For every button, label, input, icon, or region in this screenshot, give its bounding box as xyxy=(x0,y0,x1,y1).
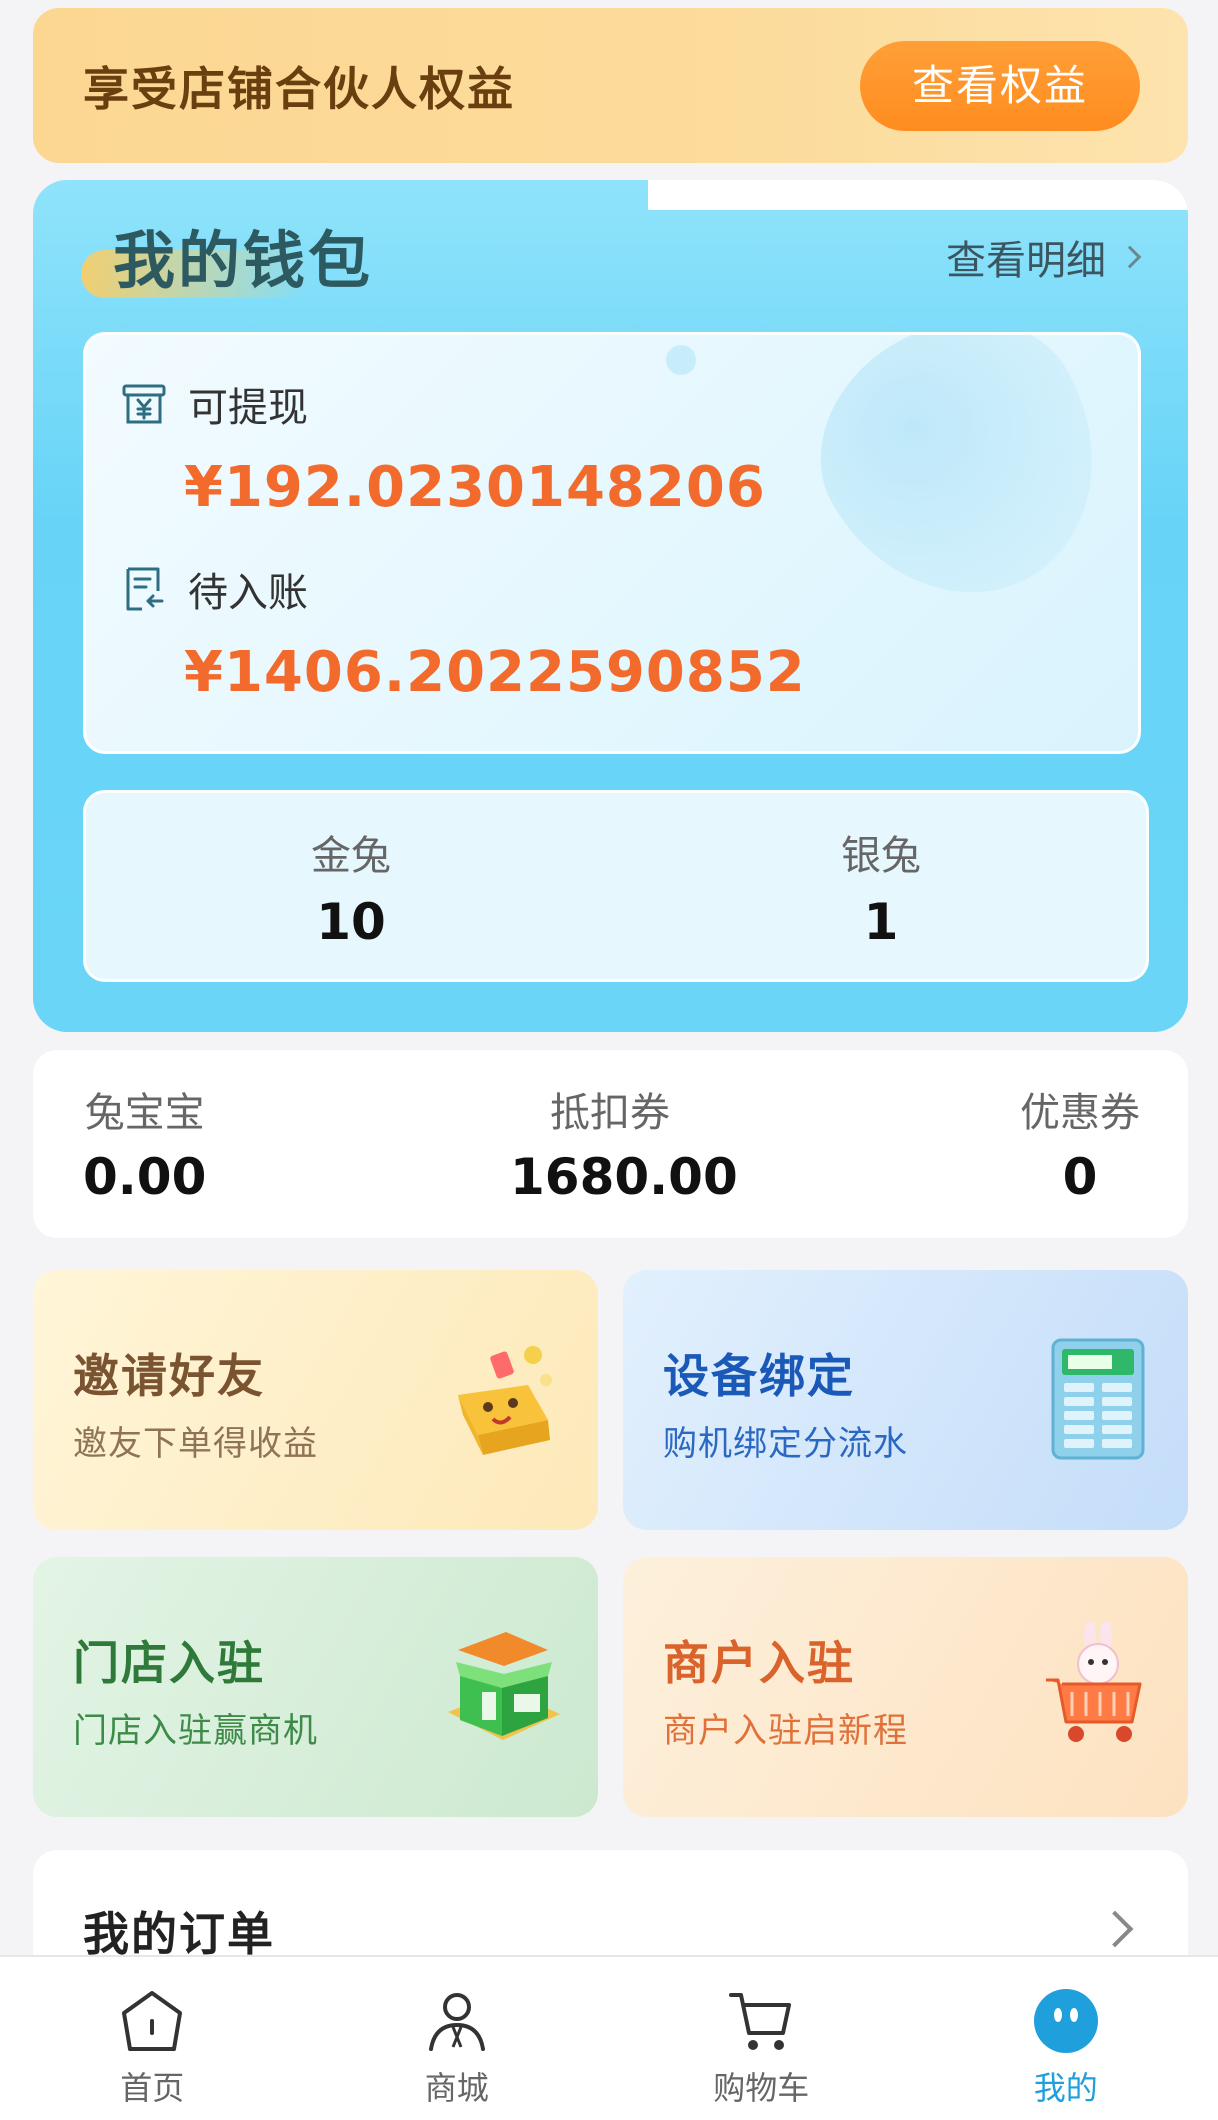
pending-label: 待入账 xyxy=(188,570,308,616)
store-entry-tile[interactable]: 门店入驻 门店入驻赢商机 xyxy=(33,1557,598,1817)
withdrawable-row[interactable]: 可提现 xyxy=(116,375,308,433)
merchant-entry-tile[interactable]: 商户入驻 商户入驻启新程 xyxy=(623,1557,1188,1817)
pending-amount: ¥1406.2022590852 xyxy=(184,640,806,705)
wallet-top-decoration xyxy=(648,180,1188,210)
stat-value: 0.00 xyxy=(83,1148,207,1206)
tab-label: 购物车 xyxy=(713,2069,810,2107)
tab-mall[interactable]: 商城 xyxy=(305,1957,610,2120)
tab-mine[interactable]: 我的 xyxy=(914,1957,1218,2120)
home-icon xyxy=(122,1991,183,2051)
market-store-icon xyxy=(448,1632,560,1740)
wallet-balance-panel: 可提现 ¥192.0230148206 待入账 ¥1406.2022590852 xyxy=(83,332,1141,754)
gold-rabbit-value: 10 xyxy=(316,893,386,951)
stat-value: 0 xyxy=(1062,1148,1098,1206)
tab-home[interactable]: 首页 xyxy=(0,1957,305,2120)
cart-icon xyxy=(729,1993,792,2050)
silver-rabbit-value: 1 xyxy=(863,893,899,951)
device-binding-tile[interactable]: 设备绑定 购机绑定分流水 xyxy=(623,1270,1188,1530)
document-return-icon xyxy=(126,567,164,611)
wallet-title: 我的钱包 xyxy=(113,224,374,297)
invite-friends-tile[interactable]: 邀请好友 邀友下单得收益 xyxy=(33,1270,598,1530)
tab-cart[interactable]: 购物车 xyxy=(609,1957,914,2120)
stat-label: 兔宝宝 xyxy=(84,1090,205,1136)
stat-label: 优惠券 xyxy=(1020,1090,1140,1136)
rabbit-points-panel: 金兔 10 银兔 1 xyxy=(83,790,1149,982)
chevron-right-icon xyxy=(1096,1910,1134,1948)
silver-rabbit-stat[interactable]: 银兔 1 xyxy=(616,793,1146,979)
yen-box-icon xyxy=(122,384,166,424)
person-icon xyxy=(428,1993,485,2051)
assets-stats-card: 兔宝宝 0.00 抵扣券 1680.00 优惠券 0 xyxy=(33,1050,1188,1238)
view-details-label: 查看明细 xyxy=(946,238,1106,284)
view-details-link[interactable]: 查看明细 xyxy=(946,228,1142,286)
device-terminal-icon xyxy=(1051,1338,1145,1460)
chevron-right-icon xyxy=(1118,245,1142,269)
deduction-coupon-stat[interactable]: 抵扣券 1680.00 xyxy=(510,1080,738,1206)
stat-value: 1680.00 xyxy=(510,1148,738,1206)
profile-face-icon xyxy=(1033,1989,1098,2053)
stat-label: 抵扣券 xyxy=(550,1090,670,1136)
gold-rabbit-stat[interactable]: 金兔 10 xyxy=(86,793,616,979)
bottom-tab-bar: 首页 商城 购物车 我的 xyxy=(0,1955,1218,2120)
view-benefits-button[interactable]: 查看权益 xyxy=(860,40,1140,131)
decorative-shape xyxy=(778,335,1138,645)
banner-title: 享受店铺合伙人权益 xyxy=(83,61,515,116)
discount-coupon-stat[interactable]: 优惠券 0 xyxy=(1020,1080,1140,1206)
tab-label: 我的 xyxy=(1033,2069,1098,2107)
gift-box-icon xyxy=(458,1346,552,1455)
wallet-card: 我的钱包 查看明细 可提现 ¥192.0230148206 待入账 ¥1406.… xyxy=(33,180,1188,1032)
decorative-dot xyxy=(666,345,696,375)
silver-rabbit-label: 银兔 xyxy=(841,833,921,879)
tab-label: 首页 xyxy=(120,2069,185,2107)
withdrawable-label: 可提现 xyxy=(188,385,308,431)
withdrawable-amount: ¥192.0230148206 xyxy=(184,455,766,520)
partner-banner: 享受店铺合伙人权益 查看权益 xyxy=(33,8,1188,163)
rabbit-baby-stat[interactable]: 兔宝宝 0.00 xyxy=(83,1080,206,1206)
pending-row[interactable]: 待入账 xyxy=(116,560,308,618)
gold-rabbit-label: 金兔 xyxy=(311,833,391,879)
rabbit-cart-icon xyxy=(1046,1622,1142,1742)
tab-label: 商城 xyxy=(424,2069,489,2107)
